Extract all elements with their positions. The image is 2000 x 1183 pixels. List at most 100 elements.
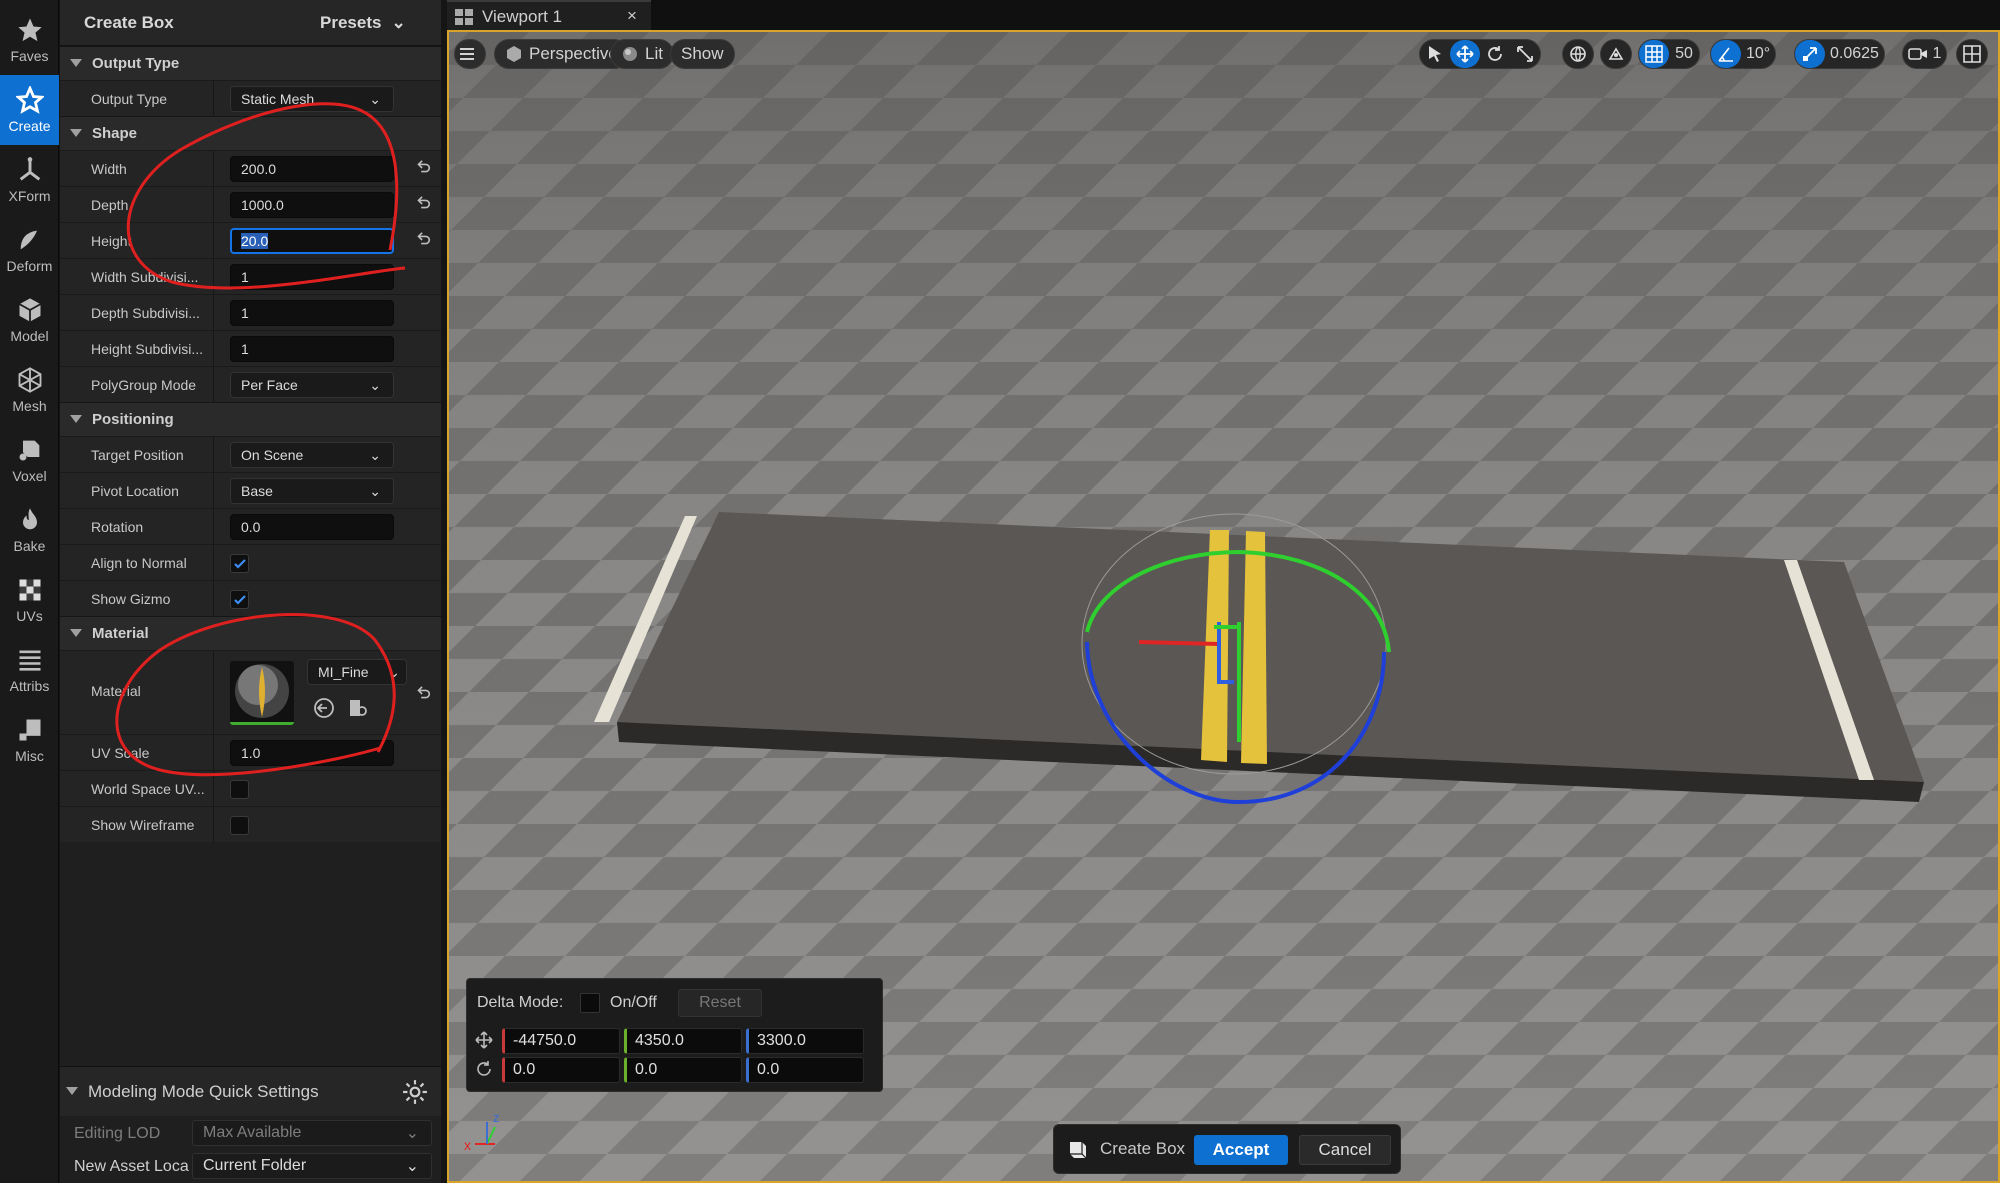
section-material[interactable]: Material xyxy=(60,616,441,650)
viewport-scene[interactable]: x z Perspective Lit Show 50 10° 0.0625 1… xyxy=(447,30,2000,1183)
rotation-snap-value[interactable]: 10° xyxy=(1741,40,1775,68)
details-header: Create Box Presets ⌄ xyxy=(60,0,441,46)
rail-model[interactable]: Model xyxy=(0,285,59,355)
reset-arrow-icon[interactable] xyxy=(414,685,432,703)
delta-mode-checkbox[interactable] xyxy=(580,993,600,1013)
output-type-dropdown[interactable]: Static Mesh ⌄ xyxy=(230,86,394,112)
browse-asset-icon[interactable] xyxy=(347,697,369,719)
target-position-dropdown[interactable]: On Scene ⌄ xyxy=(230,442,394,468)
material-sphere-icon xyxy=(235,664,289,718)
rail-misc[interactable]: Misc xyxy=(0,705,59,775)
material-asset-dropdown[interactable]: MI_Fine ⌄ xyxy=(307,659,407,685)
material-thumbnail[interactable] xyxy=(230,661,294,725)
section-output-type[interactable]: Output Type xyxy=(60,46,441,80)
rail-label: Misc xyxy=(15,748,44,764)
scale-icon xyxy=(1517,46,1533,62)
section-positioning[interactable]: Positioning xyxy=(60,402,441,436)
xform-icon xyxy=(19,157,40,181)
show-gizmo-checkbox[interactable] xyxy=(230,590,249,609)
width-input[interactable]: 200.0 xyxy=(230,156,394,182)
show-wireframe-checkbox[interactable] xyxy=(230,816,249,835)
rotation-snap-toggle[interactable] xyxy=(1711,40,1741,68)
viewport-menu-button[interactable] xyxy=(454,39,486,69)
show-label: Show xyxy=(681,44,724,63)
uv-scale-input[interactable]: 1.0 xyxy=(230,740,394,766)
row-show-wireframe: Show Wireframe xyxy=(60,806,441,843)
tab-viewport-1[interactable]: Viewport 1 × xyxy=(447,0,651,30)
row-label: Editing LOD xyxy=(74,1125,161,1142)
rail-create[interactable]: Create xyxy=(0,75,59,145)
world-space-uv-checkbox[interactable] xyxy=(230,780,249,799)
scale-snap-value[interactable]: 0.0625 xyxy=(1825,40,1884,68)
translate-mode-button[interactable] xyxy=(1450,40,1480,68)
layout-grid-icon xyxy=(1963,45,1981,63)
layout-button[interactable] xyxy=(1956,39,1988,69)
rotation-z-input[interactable]: 0.0 xyxy=(746,1057,864,1083)
row-label: Show Gizmo xyxy=(91,591,171,607)
new-asset-location-dropdown[interactable]: Current Folder ⌄ xyxy=(192,1153,432,1179)
location-z-input[interactable]: 3300.0 xyxy=(746,1028,864,1054)
width-subdivisions-input[interactable]: 1 xyxy=(230,264,394,290)
polygroup-mode-dropdown[interactable]: Per Face ⌄ xyxy=(230,372,394,398)
section-shape[interactable]: Shape xyxy=(60,116,441,150)
surface-snap-button[interactable] xyxy=(1600,39,1632,69)
world-local-button[interactable] xyxy=(1562,39,1594,69)
gear-icon[interactable] xyxy=(402,1079,428,1105)
camera-speed-button[interactable]: 1 xyxy=(1903,40,1946,68)
close-icon[interactable]: × xyxy=(627,6,637,26)
depth-subdivisions-input[interactable]: 1 xyxy=(230,300,394,326)
rail-xform[interactable]: XForm xyxy=(0,145,59,215)
rail-label: Mesh xyxy=(12,398,47,414)
use-selected-icon[interactable] xyxy=(313,697,335,719)
reset-arrow-icon[interactable] xyxy=(414,231,432,249)
dropdown-value: MI_Fine xyxy=(318,664,369,680)
show-button[interactable]: Show xyxy=(670,39,735,69)
rail-attribs[interactable]: Attribs xyxy=(0,635,59,705)
align-to-normal-checkbox[interactable] xyxy=(230,554,249,573)
rotate-mode-button[interactable] xyxy=(1480,40,1510,68)
rotation-x-input[interactable]: 0.0 xyxy=(502,1057,620,1083)
cancel-button[interactable]: Cancel xyxy=(1299,1135,1391,1165)
editing-lod-dropdown[interactable]: Max Available ⌄ xyxy=(192,1120,432,1146)
location-x-input[interactable]: -44750.0 xyxy=(502,1028,620,1054)
hamburger-icon xyxy=(460,48,474,60)
perspective-button[interactable]: Perspective xyxy=(494,39,629,69)
rail-mesh[interactable]: Mesh xyxy=(0,355,59,425)
rail-voxel[interactable]: Voxel xyxy=(0,425,59,495)
rail-label: Faves xyxy=(10,48,49,64)
quick-settings-header[interactable]: Modeling Mode Quick Settings xyxy=(60,1066,441,1116)
section-label: Positioning xyxy=(92,411,174,428)
camera-speed-group[interactable]: 1 xyxy=(1902,39,1948,69)
scale-snap-toggle[interactable] xyxy=(1795,40,1825,68)
rail-faves[interactable]: Faves xyxy=(0,5,59,75)
rotation-y-input[interactable]: 0.0 xyxy=(624,1057,742,1083)
grid-snap-toggle[interactable] xyxy=(1639,40,1669,68)
rotation-input[interactable]: 0.0 xyxy=(230,514,394,540)
scale-mode-button[interactable] xyxy=(1510,40,1540,68)
height-input[interactable]: 20.0 xyxy=(230,228,394,254)
dropdown-value: Current Folder xyxy=(203,1157,307,1174)
accept-button[interactable]: Accept xyxy=(1194,1135,1288,1165)
row-height-subdivisions: Height Subdivisi... 1 xyxy=(60,330,441,367)
select-mode-button[interactable] xyxy=(1420,40,1450,68)
row-label: Show Wireframe xyxy=(91,817,195,833)
reset-arrow-icon[interactable] xyxy=(414,195,432,213)
delta-reset-button[interactable]: Reset xyxy=(678,989,762,1017)
location-y-input[interactable]: 4350.0 xyxy=(624,1028,742,1054)
collapse-triangle-icon xyxy=(70,59,82,67)
presets-dropdown[interactable]: Presets ⌄ xyxy=(320,13,406,33)
transform-mode-group xyxy=(1419,39,1541,69)
dropdown-value: Base xyxy=(241,483,273,499)
row-label: New Asset Loca xyxy=(74,1158,189,1175)
depth-input[interactable]: 1000.0 xyxy=(230,192,394,218)
height-subdivisions-input[interactable]: 1 xyxy=(230,336,394,362)
rail-deform[interactable]: Deform xyxy=(0,215,59,285)
rail-bake[interactable]: Bake xyxy=(0,495,59,565)
lit-button[interactable]: Lit xyxy=(610,39,674,69)
reset-arrow-icon[interactable] xyxy=(414,159,432,177)
grid-snap-value[interactable]: 50 xyxy=(1669,40,1699,68)
pivot-location-dropdown[interactable]: Base ⌄ xyxy=(230,478,394,504)
rail-uvs[interactable]: UVs xyxy=(0,565,59,635)
rail-label: Create xyxy=(8,118,51,134)
row-align-to-normal: Align to Normal xyxy=(60,544,441,581)
